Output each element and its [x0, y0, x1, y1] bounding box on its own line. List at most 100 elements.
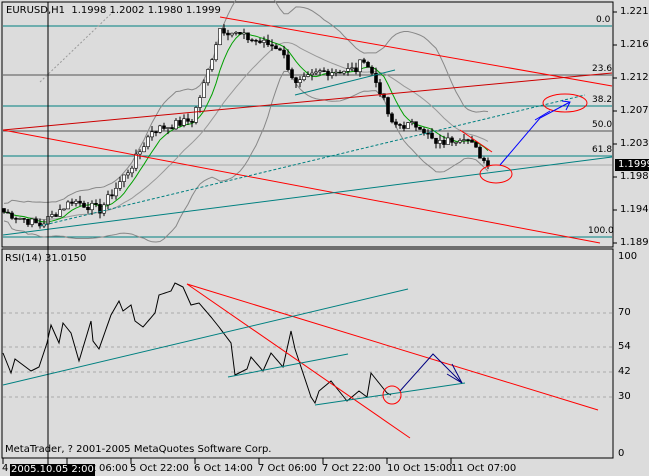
candle-body [210, 59, 214, 70]
candle-body [134, 153, 138, 169]
candle-body [230, 32, 234, 36]
candle-body [246, 32, 250, 41]
rsi-tick-label: 54 [618, 341, 631, 352]
candle-body [254, 39, 258, 42]
candle-body [158, 125, 162, 133]
candle-body [110, 194, 114, 197]
candle-body [402, 125, 406, 129]
symbol-label: EURUSD,H1 [6, 5, 66, 16]
candle-body [470, 139, 474, 143]
candle-body [314, 71, 318, 74]
candle-body [50, 214, 54, 217]
candle-body [58, 209, 62, 217]
candle-body [346, 68, 350, 72]
ohlc-values: 1.1998 1.2002 1.1980 1.1999 [71, 5, 221, 16]
candle-body [94, 203, 98, 205]
candle-body [142, 146, 146, 153]
candle-body [446, 137, 450, 145]
candle-body [226, 32, 230, 36]
candle-body [270, 44, 274, 47]
candle-body [238, 32, 242, 35]
candle-body [90, 203, 94, 211]
candle-body [342, 71, 346, 74]
candle-body [450, 137, 454, 143]
copyright-text: MetaTrader, ? 2001-2005 MetaQuotes Softw… [5, 444, 272, 455]
rsi-tick-label: 0 [618, 448, 625, 459]
candle-body [150, 131, 154, 138]
fib-label: 0.0 [596, 15, 611, 25]
candle-body [434, 137, 438, 144]
candle-body [486, 160, 490, 167]
candle-body [78, 200, 82, 204]
candle-body [282, 49, 286, 56]
candle-body [70, 201, 74, 204]
candle-body [18, 218, 22, 220]
candle-body [466, 139, 470, 141]
candle-body [186, 118, 190, 122]
candle-body [54, 214, 58, 217]
price-tick-label: 1.2210 [620, 6, 649, 17]
candle-body [278, 48, 282, 51]
candle-body [202, 82, 206, 98]
crosshair-time-label: 2005.10.05 2:00 [10, 464, 95, 476]
candle-body [14, 218, 18, 220]
candle-body [218, 28, 222, 46]
fib-label: 100.0 [588, 226, 614, 236]
candle-body [118, 181, 122, 189]
time-tick-label: 11 Oct 07:00 [451, 463, 517, 474]
candle-body [138, 151, 142, 155]
candle-body [146, 136, 150, 147]
candle-body [250, 39, 254, 42]
chart-title: EURUSD,H1 1.1998 1.2002 1.1980 1.1999 [6, 5, 221, 16]
time-tick-label: 5 Oct 22:00 [130, 463, 189, 474]
candle-body [10, 212, 14, 219]
candle-body [174, 120, 178, 130]
price-tick-label: 1.1985 [620, 171, 649, 182]
candle-body [438, 139, 442, 144]
candle-body [398, 124, 402, 126]
candle-body [350, 67, 354, 70]
candle-body [422, 129, 426, 134]
price-tick-label: 1.1895 [620, 237, 649, 248]
candle-body [102, 204, 106, 214]
candle-body [334, 71, 338, 74]
candle-body [390, 113, 394, 123]
candle-body [318, 70, 322, 73]
price-tick-label: 1.2165 [620, 39, 649, 50]
candle-body [394, 121, 398, 125]
fib-label: 50.0 [592, 120, 613, 130]
candle-body [482, 157, 486, 161]
candle-body [266, 39, 270, 46]
fib-label: 38.2 [592, 95, 613, 105]
candle-body [242, 32, 246, 35]
candle-body [162, 125, 166, 129]
candle-body [234, 32, 238, 34]
candle-body [310, 72, 314, 76]
candle-body [442, 139, 446, 145]
candle-body [206, 69, 210, 84]
candle-body [370, 66, 374, 74]
candle-body [302, 76, 306, 80]
chart-canvas[interactable] [0, 0, 649, 476]
candle-body [386, 97, 390, 115]
price-tick-label: 1.1940 [620, 204, 649, 215]
candle-body [354, 67, 358, 73]
price-tick-label: 1.2075 [620, 105, 649, 116]
current-price-badge: 1.1999 [615, 159, 649, 171]
candle-body [74, 200, 78, 204]
candle-body [338, 71, 342, 74]
candle-body [326, 70, 330, 76]
candle-body [430, 132, 434, 139]
candle-body [26, 219, 30, 225]
candle-body [290, 69, 294, 79]
price-tick-label: 1.2120 [620, 72, 649, 83]
candle-body [418, 126, 422, 130]
candle-body [262, 39, 266, 43]
time-tick-label: 10 Oct 15:00 [387, 463, 453, 474]
candle-body [362, 59, 366, 63]
candle-body [222, 28, 226, 34]
candle-body [86, 206, 90, 211]
candle-body [190, 121, 194, 123]
candle-body [154, 131, 158, 134]
rsi-tick-label: 30 [618, 391, 631, 402]
